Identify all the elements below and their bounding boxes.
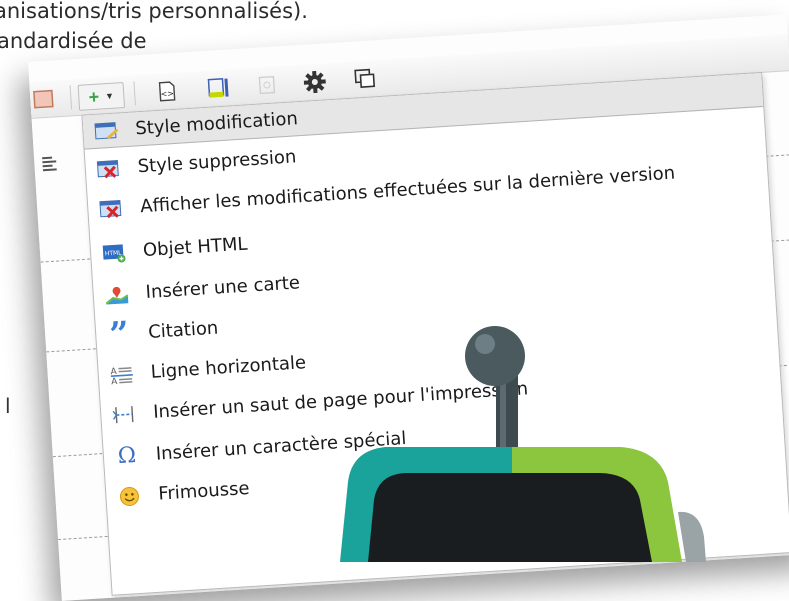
map-icon bbox=[101, 280, 133, 308]
menu-item-label: Frimousse bbox=[157, 477, 251, 505]
quote-icon: ” bbox=[108, 313, 131, 355]
preview-icon[interactable] bbox=[351, 66, 378, 92]
menu-item-label: Style suppression bbox=[137, 146, 297, 178]
align-text-icon[interactable] bbox=[42, 155, 57, 177]
chevron-down-icon: ▼ bbox=[104, 90, 115, 102]
svg-text:<>: <> bbox=[160, 89, 174, 99]
gear-icon[interactable] bbox=[301, 69, 328, 95]
horizontal-line-icon: AA bbox=[106, 360, 138, 388]
robot-screen bbox=[368, 473, 652, 562]
show-changes-icon bbox=[96, 195, 128, 223]
plus-icon: + bbox=[87, 86, 100, 107]
document-line-1: anisations/tris personnalisés). bbox=[0, 0, 308, 23]
svg-text:A: A bbox=[111, 376, 119, 384]
template-icon[interactable] bbox=[205, 75, 232, 101]
menu-item-label: Ligne horizontale bbox=[150, 352, 307, 383]
menu-item-label: Insérer une carte bbox=[145, 272, 301, 304]
style-delete-icon bbox=[93, 155, 125, 183]
html-source-icon[interactable]: <> bbox=[153, 79, 180, 105]
html-object-icon: HTML bbox=[98, 239, 130, 267]
document-stray-letter: l bbox=[5, 394, 11, 418]
menu-item-label: Citation bbox=[147, 317, 219, 343]
menu-item-label: Style modification bbox=[134, 108, 299, 140]
robot-antenna-shine bbox=[475, 334, 495, 354]
style-modify-icon bbox=[91, 117, 123, 145]
block-icon[interactable] bbox=[30, 86, 57, 112]
omega-icon: Ω bbox=[117, 443, 137, 470]
robot-mascot bbox=[340, 326, 706, 562]
robot-ear bbox=[678, 511, 706, 562]
page-break-icon bbox=[109, 400, 141, 428]
smiley-icon bbox=[114, 482, 146, 510]
disabled-icon bbox=[253, 72, 280, 98]
robot-antenna-ball bbox=[465, 326, 525, 386]
menu-item-label: Objet HTML bbox=[142, 233, 249, 262]
insert-dropdown-button[interactable]: + ▼ bbox=[77, 82, 126, 111]
